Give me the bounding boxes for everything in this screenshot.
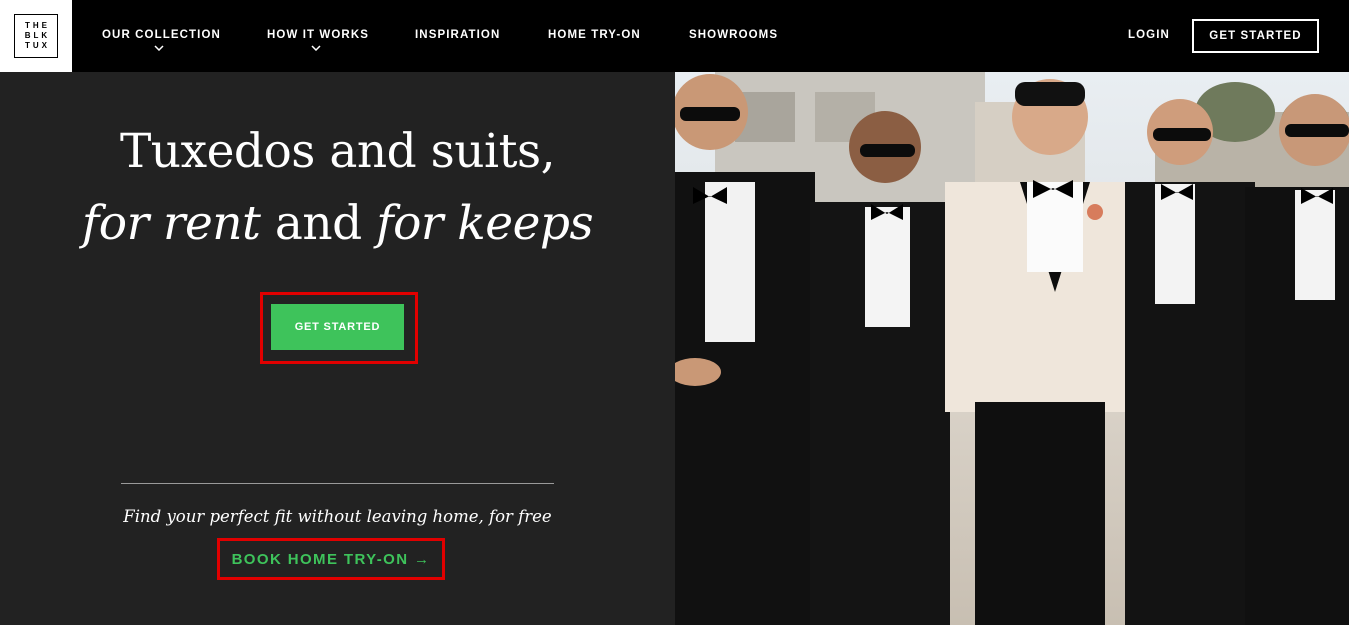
brand-logo[interactable]: THE BLK TUX <box>0 0 72 72</box>
nav-how-it-works[interactable]: HOW IT WORKS <box>267 29 369 41</box>
nav-home-try-on[interactable]: HOME TRY-ON <box>548 29 641 41</box>
nav-our-collection[interactable]: OUR COLLECTION <box>102 29 221 41</box>
book-home-try-on-link[interactable]: BOOK HOME TRY-ON → <box>221 542 441 576</box>
get-started-nav-button[interactable]: GET STARTED <box>1192 19 1319 53</box>
logo-mark: THE BLK TUX <box>14 14 58 58</box>
login-link[interactable]: LOGIN <box>1128 29 1170 41</box>
groomsmen-photo-illustration <box>675 72 1349 625</box>
hero-tagline: Find your perfect fit without leaving ho… <box>123 507 552 526</box>
headline-for-keeps: for keeps <box>376 196 594 251</box>
chevron-down-icon <box>311 45 321 51</box>
hero-headline-line1: Tuxedos and suits, <box>119 124 556 179</box>
hero-headline-line2: for rent and for keeps <box>0 196 675 251</box>
headline-for-rent: for rent <box>81 196 261 251</box>
get-started-hero-button[interactable]: GET STARTED <box>271 304 404 350</box>
logo-line-3: TUX <box>25 41 50 50</box>
hero-photo <box>675 72 1349 625</box>
headline-and: and <box>260 196 377 251</box>
chevron-down-icon <box>154 45 164 51</box>
hero-text-panel: Tuxedos and suits, for rent and for keep… <box>0 72 675 625</box>
nav-showrooms[interactable]: SHOWROOMS <box>689 29 778 41</box>
top-nav: THE BLK TUX OUR COLLECTION HOW IT WORKS … <box>0 0 1349 72</box>
logo-line-1: THE <box>25 21 50 30</box>
section-divider <box>121 483 554 484</box>
logo-line-2: BLK <box>24 31 51 40</box>
nav-inspiration[interactable]: INSPIRATION <box>415 29 500 41</box>
